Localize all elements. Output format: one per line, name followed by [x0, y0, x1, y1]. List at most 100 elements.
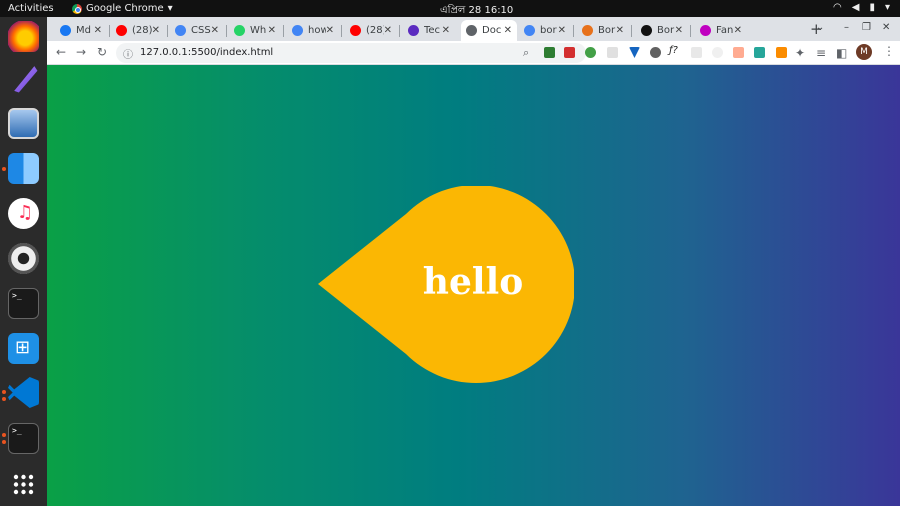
tab-4[interactable]: Wh ✕ — [229, 20, 281, 41]
profile-avatar[interactable]: M — [856, 44, 872, 60]
apps-grid-icon[interactable] — [8, 469, 39, 500]
restore-icon[interactable]: ❐ — [862, 22, 871, 33]
extension-icon[interactable] — [629, 47, 640, 58]
terminal-icon[interactable]: >_ — [8, 423, 39, 454]
feather-icon[interactable] — [14, 66, 38, 93]
running-indicator — [2, 167, 6, 171]
extension-icon[interactable] — [650, 47, 661, 58]
fan-icon — [700, 25, 711, 36]
tab-12[interactable]: Fan ✕ — [695, 20, 747, 41]
tab-separator — [283, 25, 284, 37]
more-menu-icon[interactable]: ⋮ — [883, 44, 895, 58]
tab-strip: Md✕(28)✕CSS✕Wh✕how✕(28)✕Tec✕Doc✕bor✕Bor✕… — [47, 17, 900, 41]
extension-icon[interactable] — [754, 47, 765, 58]
dot-icon — [175, 25, 186, 36]
close-tab-icon[interactable]: ✕ — [326, 25, 334, 36]
page-viewport: hello — [47, 65, 900, 506]
tab-title: (28) — [366, 25, 384, 36]
activities-button[interactable]: Activities — [8, 3, 54, 14]
tab-1[interactable]: Md ✕ — [55, 20, 107, 41]
url-text[interactable]: 127.0.0.1:5500/index.html — [140, 47, 273, 58]
close-tab-icon[interactable]: ✕ — [211, 25, 219, 36]
close-tab-icon[interactable]: ✕ — [442, 25, 450, 36]
tab-3[interactable]: CSS ✕ — [170, 20, 224, 41]
google-icon — [524, 25, 535, 36]
close-window-icon[interactable]: ✕ — [882, 22, 890, 33]
disk-icon[interactable] — [8, 243, 39, 274]
reading-list-icon[interactable]: ≡ — [816, 46, 826, 60]
extension-icon[interactable] — [564, 47, 575, 58]
music-icon[interactable]: ♫ — [8, 198, 39, 229]
tab-separator — [167, 25, 168, 37]
tab-9[interactable]: bor ✕ — [519, 20, 571, 41]
close-tab-icon[interactable]: ✕ — [384, 25, 392, 36]
extension-icon[interactable] — [607, 47, 618, 58]
tab-separator — [690, 25, 691, 37]
extension-icon[interactable] — [544, 47, 555, 58]
close-tab-icon[interactable]: ✕ — [94, 25, 102, 36]
tab-separator — [226, 25, 227, 37]
tab-10[interactable]: Bor ✕ — [577, 20, 629, 41]
tab-title: CSS — [191, 25, 211, 36]
close-tab-icon[interactable]: ✕ — [675, 25, 683, 36]
extension-icon[interactable] — [712, 47, 723, 58]
app-name: Google Chrome — [86, 3, 164, 14]
firefox-icon[interactable] — [8, 21, 39, 52]
extension-icon[interactable] — [691, 47, 702, 58]
address-bar[interactable]: ⓘ 127.0.0.1:5500/index.html ⌕ ➤ ☆ — [116, 43, 586, 63]
close-tab-icon[interactable]: ✕ — [558, 25, 566, 36]
globe-icon — [466, 25, 477, 36]
terminal-icon[interactable]: >_ — [8, 288, 39, 319]
zoom-icon[interactable]: ⌕ — [523, 46, 529, 60]
close-tab-icon[interactable]: ✕ — [504, 25, 512, 36]
tab-title: Wh — [250, 25, 267, 36]
reload-icon[interactable]: ↻ — [97, 45, 107, 59]
facebook-icon — [60, 25, 71, 36]
tab-separator — [341, 25, 342, 37]
windows-icon[interactable]: ⊞ — [8, 333, 39, 364]
tab-title: Bor — [657, 25, 675, 36]
info-icon[interactable]: ⓘ — [123, 46, 133, 61]
side-panel-icon[interactable]: ◧ — [836, 46, 847, 60]
m-icon — [641, 25, 652, 36]
tab-7[interactable]: Tec ✕ — [403, 20, 455, 41]
tab-8[interactable]: Doc ✕ — [461, 20, 517, 41]
tab-title: Bor — [598, 25, 616, 36]
running-indicator — [2, 397, 6, 401]
formula-icon[interactable]: ƒ? — [669, 45, 680, 56]
chevron-down-icon: ▾ — [167, 3, 173, 14]
tab-separator — [573, 25, 574, 37]
tab-6[interactable]: (28)✕ — [345, 20, 397, 41]
minimize-icon[interactable]: – — [844, 22, 849, 33]
tab-11[interactable]: Bor ✕ — [636, 20, 688, 41]
tab-separator — [399, 25, 400, 37]
tab-title: Tec — [424, 25, 441, 36]
close-tab-icon[interactable]: ✕ — [152, 25, 160, 36]
image-viewer-icon[interactable] — [8, 108, 39, 139]
tab-title: (28) — [132, 25, 152, 36]
running-indicator — [2, 440, 6, 444]
tab-title: Md — [76, 25, 91, 36]
forward-icon[interactable]: → — [76, 45, 86, 59]
tab-separator — [109, 25, 110, 37]
dock: ♫ >_ ⊞ >_ — [0, 17, 47, 506]
extensions-puzzle-icon[interactable]: ✦ — [795, 46, 805, 60]
extension-icon[interactable] — [585, 47, 596, 58]
tech-icon — [408, 25, 419, 36]
close-tab-icon[interactable]: ✕ — [268, 25, 276, 36]
extension-icon[interactable] — [776, 47, 787, 58]
running-indicator — [2, 433, 6, 437]
system-tray[interactable]: ◠ ◀ ▮ ▾ — [833, 2, 890, 13]
youtube-icon — [350, 25, 361, 36]
close-tab-icon[interactable]: ✕ — [616, 25, 624, 36]
tab-2[interactable]: (28) ✕ — [111, 20, 165, 41]
app-menu[interactable]: Google Chrome ▾ — [72, 3, 173, 14]
browser-toolbar: ← → ↻ ⓘ 127.0.0.1:5500/index.html ⌕ ➤ ☆ … — [47, 41, 900, 65]
tab-search-icon[interactable]: ⌄ — [816, 22, 824, 33]
vscode-icon[interactable] — [8, 377, 39, 408]
close-tab-icon[interactable]: ✕ — [734, 25, 742, 36]
back-icon[interactable]: ← — [56, 45, 66, 59]
tab-5[interactable]: how ✕ — [287, 20, 339, 41]
extension-icon[interactable] — [733, 47, 744, 58]
finder-icon[interactable] — [8, 153, 39, 184]
